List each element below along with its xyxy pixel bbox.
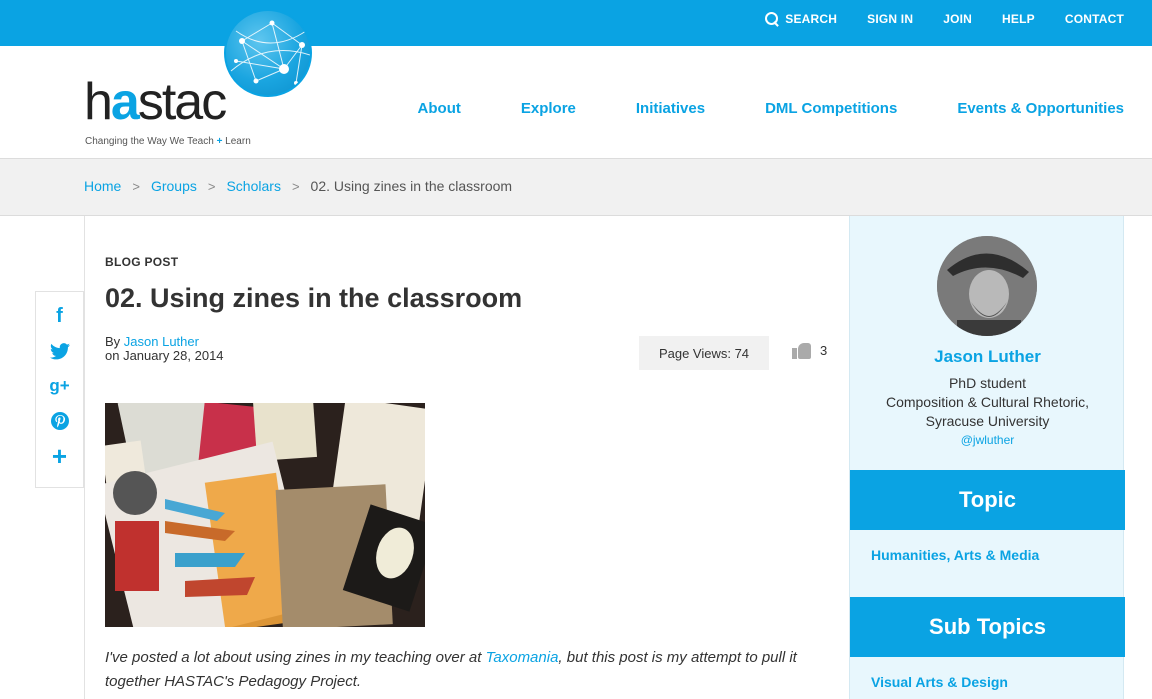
avatar[interactable] bbox=[937, 236, 1037, 336]
author-handle[interactable]: @jwluther bbox=[850, 433, 1125, 447]
breadcrumb-home[interactable]: Home bbox=[84, 178, 121, 194]
nav-dml-competitions[interactable]: DML Competitions bbox=[765, 100, 897, 117]
breadcrumb-scholars[interactable]: Scholars bbox=[226, 178, 280, 194]
like-control[interactable]: 3 bbox=[792, 340, 827, 360]
search-link[interactable]: SEARCH bbox=[764, 11, 837, 27]
googleplus-icon[interactable]: g+ bbox=[48, 374, 72, 398]
chevron-right-icon: > bbox=[132, 178, 140, 194]
post-excerpt: I've posted a lot about using zines in m… bbox=[105, 646, 835, 694]
breadcrumb-groups[interactable]: Groups bbox=[151, 178, 197, 194]
excerpt-text: I've posted a lot about using zines in m… bbox=[105, 649, 486, 666]
post-image bbox=[105, 403, 425, 627]
subtopics-heading: Sub Topics bbox=[850, 597, 1125, 657]
chevron-right-icon: > bbox=[207, 178, 216, 194]
logo-accent-letter: a bbox=[110, 73, 140, 131]
nav-initiatives[interactable]: Initiatives bbox=[636, 100, 705, 117]
twitter-icon[interactable] bbox=[48, 339, 72, 363]
by-label: By bbox=[105, 334, 124, 349]
nav-explore[interactable]: Explore bbox=[521, 100, 576, 117]
chevron-right-icon: > bbox=[291, 178, 300, 194]
post-byline: By Jason Luther on January 28, 2014 bbox=[105, 335, 224, 363]
logo-tagline: Changing the Way We Teach + Learn bbox=[85, 136, 251, 147]
page-views-badge: Page Views: 74 bbox=[639, 336, 769, 370]
main-nav: About Explore Initiatives DML Competitio… bbox=[418, 100, 1124, 117]
topic-link[interactable]: Humanities, Arts & Media bbox=[871, 547, 1039, 563]
author-details: PhD student Composition & Cultural Rheto… bbox=[850, 374, 1125, 431]
post-type-label: BLOG POST bbox=[105, 255, 179, 269]
subtopic-link[interactable]: Visual Arts & Design bbox=[871, 674, 1008, 690]
pinterest-icon[interactable] bbox=[48, 409, 72, 433]
breadcrumb-bar: Home > Groups > Scholars > 02. Using zin… bbox=[0, 158, 1152, 216]
topic-heading: Topic bbox=[850, 470, 1125, 530]
author-university: Syracuse University bbox=[925, 413, 1050, 429]
help-link[interactable]: HELP bbox=[1002, 12, 1035, 26]
logo-letters: stac bbox=[137, 73, 227, 131]
top-bar: SEARCH SIGN IN JOIN HELP CONTACT bbox=[0, 0, 1152, 46]
more-share-icon[interactable]: + bbox=[48, 441, 72, 471]
logo-letter: h bbox=[84, 73, 113, 131]
tagline-text: Changing the Way We Teach bbox=[85, 136, 217, 147]
zine-collage-image bbox=[105, 403, 425, 627]
pinterest-glyph bbox=[50, 412, 69, 430]
site-logo[interactable]: hastac bbox=[84, 73, 227, 131]
tagline-end: Learn bbox=[222, 136, 251, 147]
author-name[interactable]: Jason Luther bbox=[850, 347, 1125, 367]
nav-events[interactable]: Events & Opportunities bbox=[957, 100, 1124, 117]
contact-link[interactable]: CONTACT bbox=[1065, 12, 1124, 26]
nav-about[interactable]: About bbox=[418, 100, 461, 117]
signin-link[interactable]: SIGN IN bbox=[867, 12, 913, 26]
twitter-bird-glyph bbox=[49, 342, 70, 359]
author-sidebar: Jason Luther PhD student Composition & C… bbox=[849, 216, 1125, 699]
thumbs-up-icon[interactable] bbox=[792, 340, 812, 360]
breadcrumb-current: 02. Using zines in the classroom bbox=[310, 178, 513, 194]
author-link[interactable]: Jason Luther bbox=[124, 334, 199, 349]
share-rail: f g+ + bbox=[35, 291, 84, 488]
join-link[interactable]: JOIN bbox=[943, 12, 972, 26]
post-title: 02. Using zines in the classroom bbox=[105, 283, 523, 313]
author-department: Composition & Cultural Rhetoric, bbox=[885, 394, 1090, 410]
post-date: on January 28, 2014 bbox=[105, 348, 224, 363]
like-count: 3 bbox=[820, 342, 828, 358]
content-divider bbox=[84, 216, 85, 699]
breadcrumb: Home > Groups > Scholars > 02. Using zin… bbox=[84, 178, 512, 194]
taxomania-link[interactable]: Taxomania bbox=[486, 649, 559, 666]
facebook-icon[interactable]: f bbox=[48, 304, 72, 328]
network-graphic bbox=[230, 20, 310, 85]
logo-globe-icon[interactable] bbox=[224, 9, 312, 97]
author-photo bbox=[937, 236, 1037, 336]
search-icon bbox=[764, 11, 780, 27]
author-role: PhD student bbox=[948, 375, 1027, 391]
utility-nav: SEARCH SIGN IN JOIN HELP CONTACT bbox=[764, 0, 1124, 38]
search-label: SEARCH bbox=[785, 12, 838, 26]
